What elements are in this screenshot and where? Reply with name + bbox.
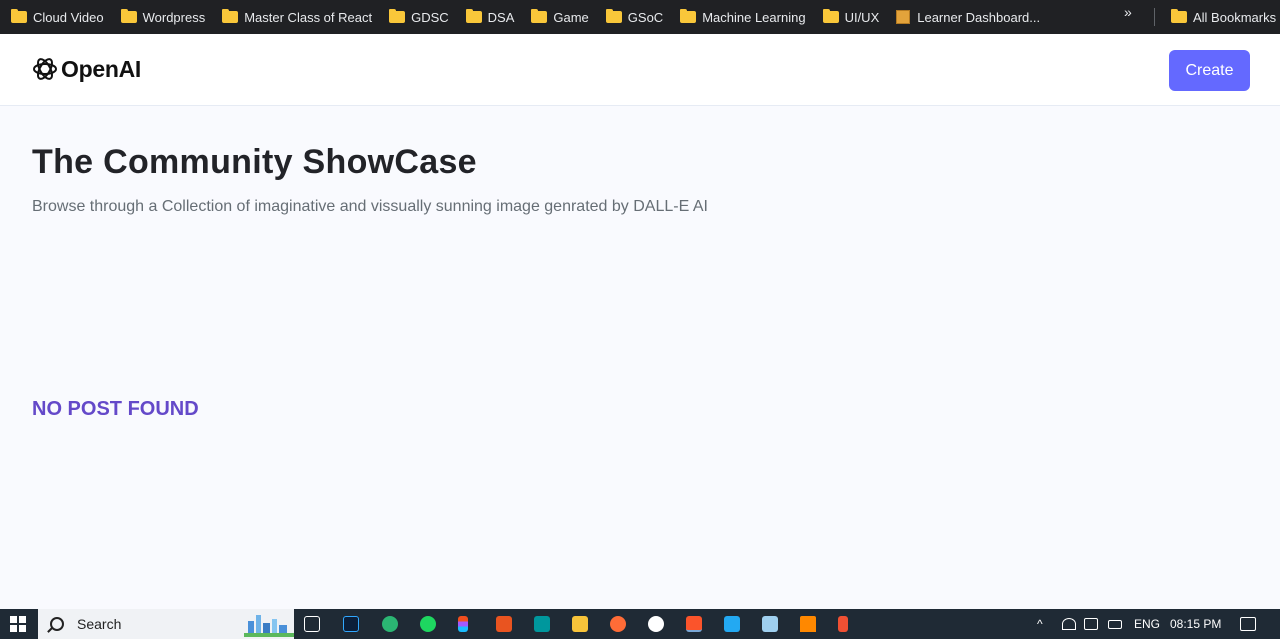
windows-start-icon[interactable] [10,616,26,632]
bookmarks-bar: Cloud Video Wordpress Master Class of Reac… [0,0,1280,34]
empty-state-message: NO POST FOUND [32,398,199,420]
folder-icon [11,9,27,23]
folder-icon [120,9,137,23]
volume-icon[interactable] [1084,618,1098,630]
ubuntu-icon[interactable] [496,616,512,632]
folder-icon [222,9,239,23]
bookmark-item[interactable]: Machine Learning [669,3,811,31]
bookmark-label: Wordpress [142,9,206,25]
bookmark-label: GSoC [627,9,664,25]
clock[interactable]: 08:15 PM [1170,617,1221,631]
spotify-icon[interactable] [420,616,436,632]
tray-chevron-up-icon[interactable]: ^ [1037,617,1043,631]
bookmark-item[interactable]: Cloud Video [0,3,110,31]
box-icon [896,10,911,24]
bookmark-item[interactable]: Master Class of React [211,3,378,31]
bookmark-item[interactable]: GDSC [378,3,455,31]
edge-icon[interactable] [382,616,398,632]
mongodb-compass-icon[interactable] [648,616,664,632]
git-icon[interactable] [838,616,848,632]
openai-logo[interactable]: OpenAI [31,55,141,83]
photoshop-icon[interactable] [343,616,359,632]
notification-center-icon[interactable] [1240,617,1256,631]
bookmark-label: Learner Dashboard... [917,9,1041,25]
openai-logo-icon [33,58,57,80]
postman-icon[interactable] [610,616,626,632]
bookmark-item[interactable]: Learner Dashboard... [885,3,1046,31]
bookmark-label: UI/UX [844,9,880,25]
folder-icon [1171,9,1187,23]
file-explorer-icon[interactable] [572,616,588,632]
folder-icon [605,9,622,23]
more-bookmarks-chevron-icon[interactable]: » [1124,4,1132,20]
brave-icon[interactable] [686,616,702,632]
figma-icon[interactable] [458,616,468,632]
vscode-icon[interactable] [724,616,740,632]
folder-icon [465,9,482,23]
all-bookmarks-button[interactable]: All Bookmarks [1160,3,1280,31]
logo-text: OpenAI [61,55,141,82]
page-title: The Community ShowCase [32,143,477,181]
folder-icon [680,9,697,23]
folder-icon [531,9,548,23]
folder-icon [822,9,839,23]
bookmark-label: Cloud Video [33,9,104,25]
bookmark-item[interactable]: DSA [455,3,521,31]
bookmark-label: DSA [487,9,515,25]
bookmarks-divider [1154,8,1155,26]
wifi-icon[interactable] [1062,618,1076,630]
site-header: OpenAI Create [0,34,1280,106]
page-subtitle: Browse through a Collection of imaginati… [32,198,708,215]
all-bookmarks-label: All Bookmarks [1193,9,1277,25]
battery-icon[interactable] [1108,620,1122,629]
task-view-icon[interactable] [304,616,320,632]
bookmark-label: Game [553,9,589,25]
bookmark-item[interactable]: UI/UX [812,3,886,31]
bookmark-label: GDSC [411,9,449,25]
bookmark-item[interactable]: Wordpress [110,3,212,31]
windows-taskbar: Search ^ ENG 08:15 PM [0,609,1280,639]
taskbar-search-placeholder: Search [77,616,122,632]
bookmark-label: Machine Learning [702,9,806,25]
bookmark-item[interactable]: Game [520,3,594,31]
bookmark-label: Master Class of React [244,9,373,25]
language-indicator[interactable]: ENG [1134,617,1160,631]
search-highlight-image-icon [244,615,294,637]
search-icon [50,617,64,631]
bookmark-item[interactable]: GSoC [595,3,669,31]
arduino-icon[interactable] [534,616,550,632]
vlc-icon[interactable] [800,616,816,632]
folder-icon [389,9,406,23]
taskbar-search-box[interactable]: Search [38,609,294,639]
create-button[interactable]: Create [1169,50,1250,91]
notepad-icon[interactable] [762,616,778,632]
